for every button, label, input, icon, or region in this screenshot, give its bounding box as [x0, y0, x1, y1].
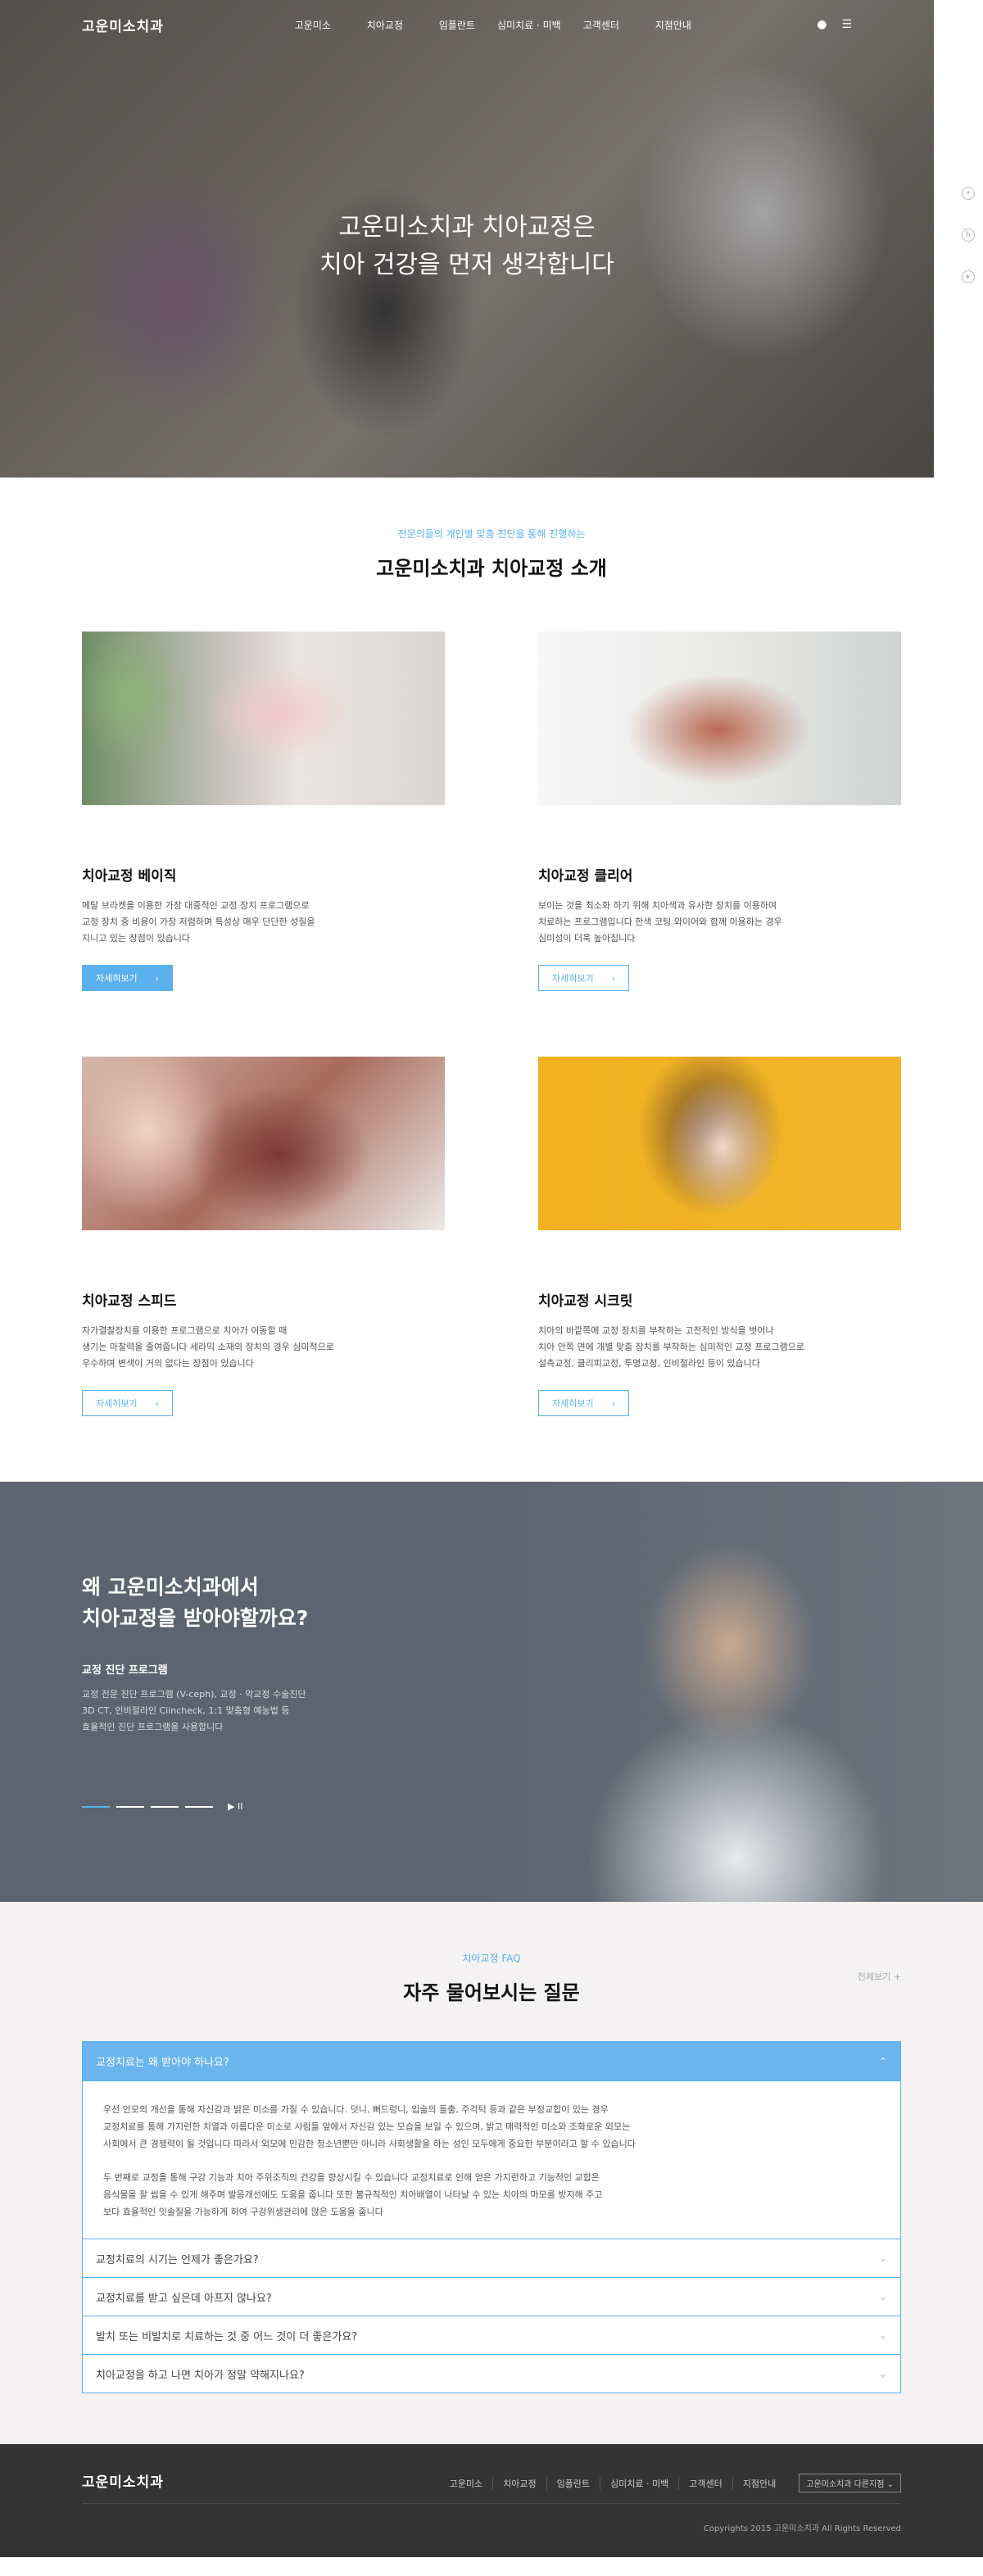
chevron-down-icon: ⌄: [878, 2329, 887, 2341]
program-cards: 치아교정 베이직 메탈 브라켓을 이용한 가장 대중적인 교정 장치 프로그램으…: [82, 632, 901, 1416]
family-site-select[interactable]: 고운미소치과 다른지점 ⌄: [799, 2474, 901, 2492]
card-description: 치아의 바깥쪽에 교정 장치를 부착하는 고전적인 방식을 벗어나 치아 안쪽 …: [538, 1325, 804, 1369]
faq-question[interactable]: 치아교정을 하고 나면 치아가 정말 약해지나요? ⌄: [83, 2354, 900, 2393]
nav-item-aesthetic[interactable]: 심미치료 · 미백: [493, 18, 565, 32]
program-card: 치아교정 베이직 메탈 브라켓을 이용한 가장 대중적인 교정 장치 프로그램으…: [82, 632, 445, 991]
hamburger-icon[interactable]: ☰: [841, 18, 852, 31]
doctor-photo: [475, 1482, 983, 1902]
chevron-down-icon: ⌄: [878, 2291, 887, 2302]
faq-section: 치아교정 FAQ 자주 물어보시는 질문 전체보기 + 교정치료는 왜 받아야 …: [0, 1902, 983, 2444]
card-title: 치아교정 클리어: [538, 868, 633, 885]
faq-title: 자주 물어보시는 질문: [403, 1981, 580, 2004]
faq-question[interactable]: 발치 또는 비발치로 치료하는 것 중 어느 것이 더 좋은가요? ⌄: [83, 2316, 900, 2354]
kakao-icon[interactable]: •: [962, 187, 975, 200]
footer-link[interactable]: 고운미소: [440, 2477, 492, 2490]
footer-link[interactable]: 고객센터: [678, 2476, 732, 2490]
quick-menu: • b ▸: [962, 187, 975, 283]
slide-dot[interactable]: [82, 1805, 110, 1808]
section-title: 고운미소치과 치아교정 소개: [376, 557, 607, 580]
footer-link[interactable]: 심미치료 · 미백: [600, 2476, 678, 2490]
card-description: 메탈 브라켓을 이용한 가장 대중적인 교정 장치 프로그램으로 교정 장치 중…: [82, 900, 315, 944]
footer-menu: 고운미소 치아교정 임플란트 심미치료 · 미백 고객센터 지점안내 고운미소치…: [440, 2474, 901, 2492]
chevron-down-icon: ⌄: [878, 2368, 887, 2379]
faq-list: 교정치료는 왜 받아야 하나요? ⌃ 우선 안모의 개선을 통해 자신감과 밝은…: [82, 2041, 901, 2393]
footer-link[interactable]: 임플란트: [546, 2476, 600, 2490]
chevron-right-icon: ›: [611, 1397, 615, 1409]
chevron-right-icon: ›: [155, 1397, 159, 1409]
slide-dot[interactable]: [185, 1805, 213, 1808]
footer-link[interactable]: 치아교정: [492, 2476, 546, 2490]
card-image: [538, 632, 901, 805]
card-image: [82, 632, 445, 805]
more-button[interactable]: 자세히보기 ›: [538, 965, 629, 991]
program-card: 치아교정 클리어 보이는 것을 최소화 하기 위해 치아색과 유사한 장치를 이…: [538, 632, 901, 991]
why-section: 왜 고운미소치과에서 치아교정을 받아야할까요? 교정 진단 프로그램 교정 전…: [0, 1482, 983, 1902]
more-button[interactable]: 자세히보기 ›: [82, 1390, 173, 1416]
play-pause-icon[interactable]: ▶ II: [228, 1801, 242, 1812]
logo[interactable]: 고운미소치과: [82, 15, 164, 35]
nav-item-orthodontics[interactable]: 치아교정: [349, 18, 421, 32]
intro-section: 전문의들의 개인별 맞춤 진단을 통해 진행하는 고운미소치과 치아교정 소개 …: [0, 478, 983, 1416]
card-description: 보이는 것을 최소화 하기 위해 치아색과 유사한 장치를 이용하여 치료하는 …: [538, 900, 782, 944]
program-description: 교정 전문 진단 프로그램 (V-ceph), 교정 · 악교정 수술진단 3D…: [82, 1689, 306, 1732]
chevron-right-icon: ›: [611, 972, 615, 984]
card-title: 치아교정 스피드: [82, 1293, 177, 1310]
top-navigation: 고운미소치과 고운미소 치아교정 임플란트 심미치료 · 미백 고객센터 지점안…: [0, 0, 934, 49]
chevron-up-icon: ⌃: [878, 2055, 887, 2067]
footer-logo[interactable]: 고운미소치과: [82, 2470, 164, 2491]
faq-subtitle: 치아교정 FAQ: [462, 1953, 521, 1964]
slide-dot[interactable]: [151, 1805, 179, 1808]
card-image: [82, 1057, 445, 1230]
user-icon[interactable]: ●: [817, 18, 827, 31]
chevron-down-icon: ⌄: [878, 2252, 887, 2264]
nav-item-about[interactable]: 고운미소: [277, 18, 349, 32]
program-card: 치아교정 스피드 자가결찰장치를 이용한 프로그램으로 치아가 이동할 때 생기…: [82, 1057, 445, 1416]
hero-title: 고운미소치과 치아교정은 치아 건강을 먼저 생각합니다: [319, 213, 614, 279]
footer: 고운미소치과 고운미소 치아교정 임플란트 심미치료 · 미백 고객센터 지점안…: [0, 2444, 983, 2557]
chevron-right-icon: ›: [155, 972, 159, 984]
faq-answer: 우선 안모의 개선을 통해 자신감과 밝은 미소를 가질 수 있습니다. 덧니,…: [83, 2080, 900, 2239]
slider-pagination: ▶ II: [82, 1801, 242, 1812]
more-button[interactable]: 자세히보기 ›: [538, 1390, 629, 1416]
program-card: 치아교정 시크릿 치아의 바깥쪽에 교정 장치를 부착하는 고전적인 방식을 벗…: [538, 1057, 901, 1416]
faq-question[interactable]: 교정치료의 시기는 언제가 좋은가요? ⌄: [83, 2239, 900, 2277]
hero-section: 고운미소치과 고운미소 치아교정 임플란트 심미치료 · 미백 고객센터 지점안…: [0, 0, 983, 478]
footer-link[interactable]: 지점안내: [732, 2476, 786, 2490]
slide-dot[interactable]: [116, 1805, 144, 1808]
program-title: 교정 진단 프로그램: [82, 1664, 168, 1677]
card-title: 치아교정 시크릿: [538, 1293, 633, 1310]
nav-item-customer-center[interactable]: 고객센터: [565, 18, 637, 32]
main-menu: 고운미소 치아교정 임플란트 심미치료 · 미백 고객센터 지점안내: [277, 18, 709, 32]
youtube-icon[interactable]: ▸: [962, 270, 975, 283]
card-title: 치아교정 베이직: [82, 868, 177, 885]
blog-icon[interactable]: b: [962, 229, 975, 242]
card-description: 자가결찰장치를 이용한 프로그램으로 치아가 이동할 때 생기는 마찰력을 줄여…: [82, 1325, 334, 1369]
section-subtitle: 전문의들의 개인별 맞춤 진단을 통해 진행하는: [397, 528, 586, 540]
faq-question[interactable]: 교정치료를 받고 싶은데 아프지 않나요? ⌄: [83, 2277, 900, 2316]
copyright: Copyrights 2015 고운미소치과 All Rights Reserv…: [703, 2524, 901, 2533]
nav-item-branches[interactable]: 지점안내: [637, 18, 709, 32]
view-all-link[interactable]: 전체보기 +: [858, 1970, 901, 1983]
card-image: [538, 1057, 901, 1230]
faq-question[interactable]: 교정치료는 왜 받아야 하나요? ⌃: [83, 2042, 900, 2080]
more-button[interactable]: 자세히보기 ›: [82, 965, 173, 991]
nav-item-implant[interactable]: 임플란트: [421, 18, 493, 32]
why-title: 왜 고운미소치과에서 치아교정을 받아야할까요?: [82, 1575, 309, 1630]
